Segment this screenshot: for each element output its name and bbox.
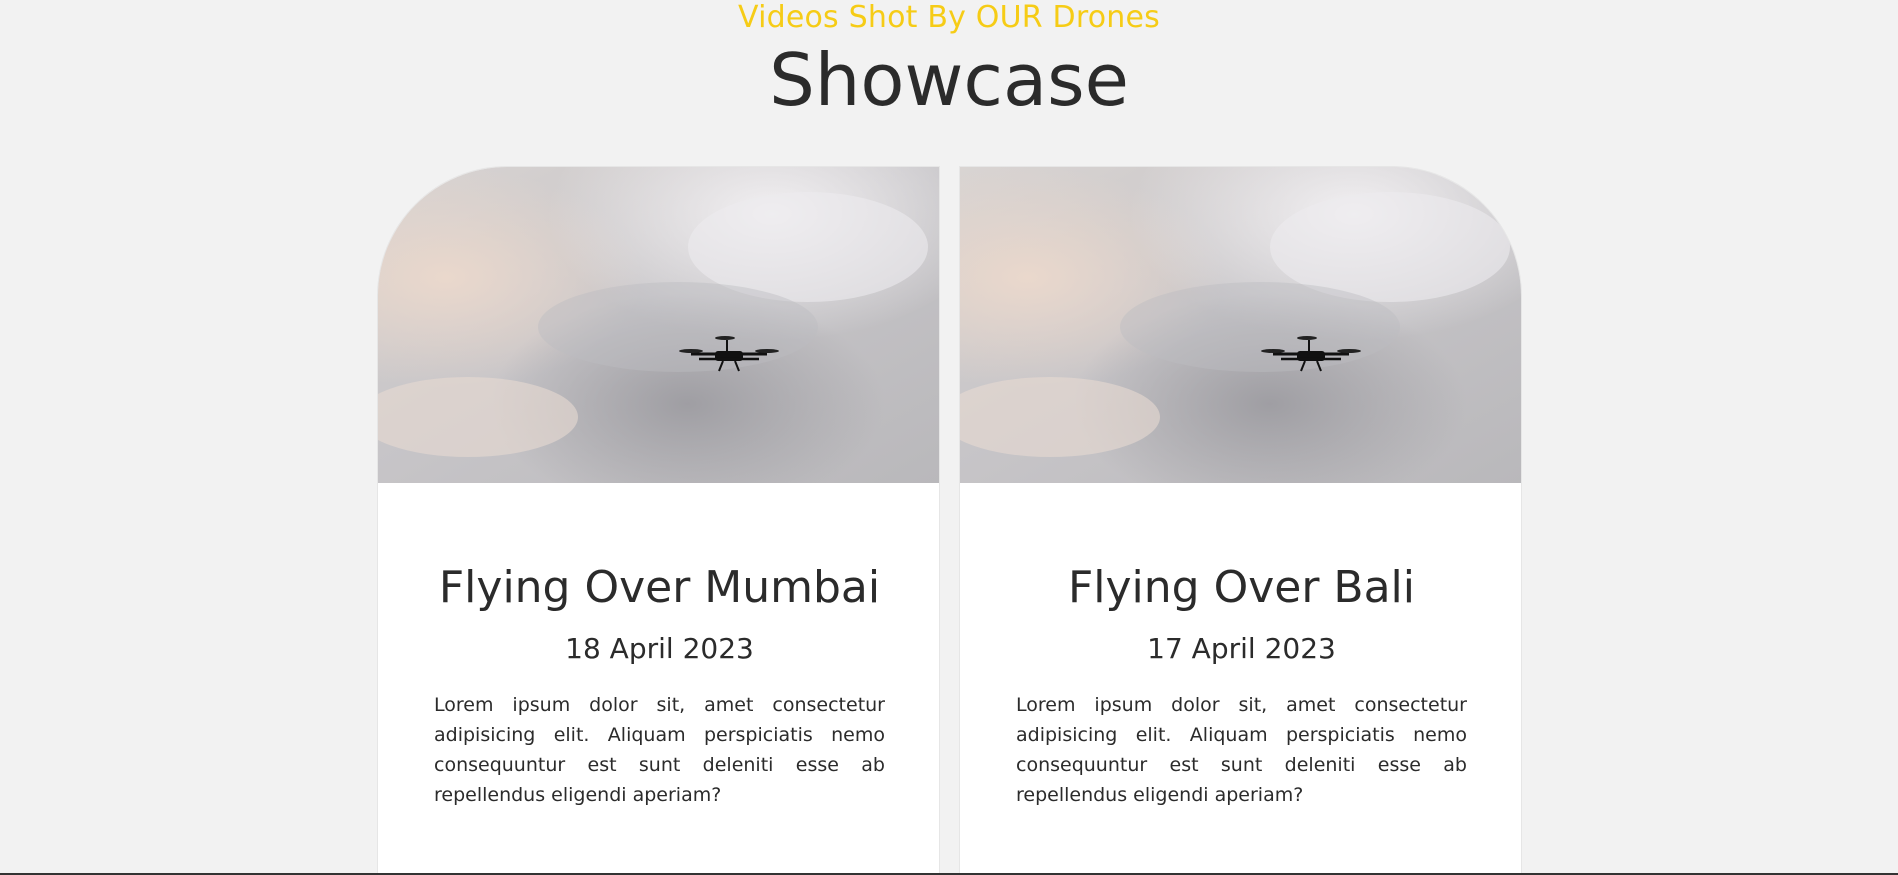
card-body: Flying Over Bali 17 April 2023 Lorem ips… — [960, 483, 1521, 810]
card-date: 17 April 2023 — [1147, 632, 1336, 665]
card-title[interactable]: Flying Over Mumbai — [434, 483, 885, 614]
drone-sky-image — [378, 167, 939, 483]
showcase-card-mumbai[interactable]: Flying Over Mumbai 18 April 2023 Lorem i… — [377, 166, 940, 875]
card-date: 18 April 2023 — [565, 632, 754, 665]
showcase-page: Videos Shot By OUR Drones Showcase Flyin… — [0, 0, 1898, 875]
drone-sky-image — [960, 167, 1521, 483]
card-title[interactable]: Flying Over Bali — [1016, 483, 1467, 614]
card-body: Flying Over Mumbai 18 April 2023 Lorem i… — [378, 483, 939, 810]
section-title: Showcase — [769, 38, 1129, 122]
showcase-card-bali[interactable]: Flying Over Bali 17 April 2023 Lorem ips… — [959, 166, 1522, 875]
section-eyebrow: Videos Shot By OUR Drones — [738, 0, 1160, 35]
showcase-cards: Flying Over Mumbai 18 April 2023 Lorem i… — [377, 166, 1522, 875]
video-thumbnail[interactable] — [960, 167, 1521, 483]
video-thumbnail[interactable] — [378, 167, 939, 483]
card-description: Lorem ipsum dolor sit, amet consectetur … — [434, 694, 885, 806]
card-description: Lorem ipsum dolor sit, amet consectetur … — [1016, 694, 1467, 806]
